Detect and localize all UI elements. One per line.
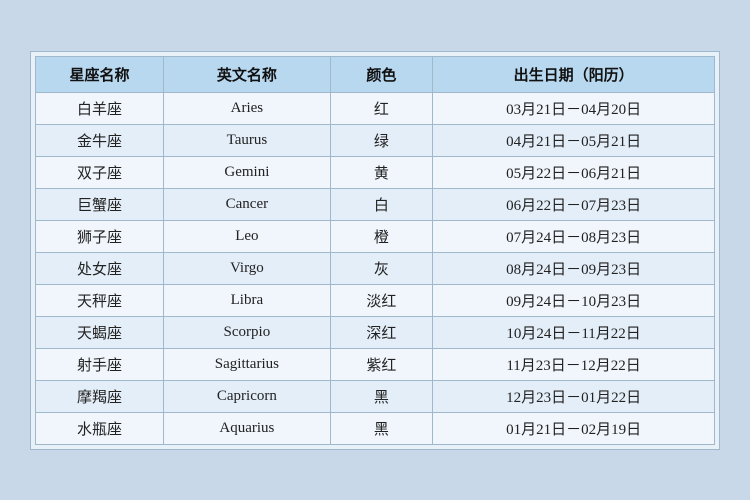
cell-zh: 天蝎座 <box>36 316 164 348</box>
cell-date: 04月21日－05月21日 <box>433 124 715 156</box>
cell-zh: 金牛座 <box>36 124 164 156</box>
table-row: 狮子座Leo橙07月24日－08月23日 <box>36 220 715 252</box>
cell-date: 05月22日－06月21日 <box>433 156 715 188</box>
cell-date: 03月21日－04月20日 <box>433 92 715 124</box>
cell-en: Aries <box>164 92 331 124</box>
cell-color: 淡红 <box>330 284 432 316</box>
cell-zh: 狮子座 <box>36 220 164 252</box>
zodiac-table-container: 星座名称 英文名称 颜色 出生日期（阳历） 白羊座Aries红03月21日－04… <box>30 51 720 450</box>
cell-en: Virgo <box>164 252 331 284</box>
table-row: 射手座Sagittarius紫红11月23日－12月22日 <box>36 348 715 380</box>
table-row: 处女座Virgo灰08月24日－09月23日 <box>36 252 715 284</box>
table-row: 天秤座Libra淡红09月24日－10月23日 <box>36 284 715 316</box>
cell-zh: 处女座 <box>36 252 164 284</box>
table-row: 摩羯座Capricorn黑12月23日－01月22日 <box>36 380 715 412</box>
cell-color: 紫红 <box>330 348 432 380</box>
cell-color: 深红 <box>330 316 432 348</box>
table-row: 金牛座Taurus绿04月21日－05月21日 <box>36 124 715 156</box>
cell-en: Scorpio <box>164 316 331 348</box>
header-en: 英文名称 <box>164 56 331 92</box>
cell-en: Leo <box>164 220 331 252</box>
cell-date: 08月24日－09月23日 <box>433 252 715 284</box>
cell-color: 黑 <box>330 380 432 412</box>
cell-date: 10月24日－11月22日 <box>433 316 715 348</box>
cell-date: 01月21日－02月19日 <box>433 412 715 444</box>
cell-date: 11月23日－12月22日 <box>433 348 715 380</box>
cell-zh: 水瓶座 <box>36 412 164 444</box>
header-zh: 星座名称 <box>36 56 164 92</box>
cell-en: Taurus <box>164 124 331 156</box>
cell-zh: 巨蟹座 <box>36 188 164 220</box>
cell-color: 灰 <box>330 252 432 284</box>
cell-date: 07月24日－08月23日 <box>433 220 715 252</box>
table-row: 双子座Gemini黄05月22日－06月21日 <box>36 156 715 188</box>
cell-color: 绿 <box>330 124 432 156</box>
cell-en: Cancer <box>164 188 331 220</box>
cell-color: 红 <box>330 92 432 124</box>
header-date: 出生日期（阳历） <box>433 56 715 92</box>
cell-zh: 双子座 <box>36 156 164 188</box>
cell-zh: 白羊座 <box>36 92 164 124</box>
table-header-row: 星座名称 英文名称 颜色 出生日期（阳历） <box>36 56 715 92</box>
cell-en: Gemini <box>164 156 331 188</box>
table-body: 白羊座Aries红03月21日－04月20日金牛座Taurus绿04月21日－0… <box>36 92 715 444</box>
cell-zh: 摩羯座 <box>36 380 164 412</box>
cell-color: 黄 <box>330 156 432 188</box>
cell-date: 09月24日－10月23日 <box>433 284 715 316</box>
table-row: 巨蟹座Cancer白06月22日－07月23日 <box>36 188 715 220</box>
cell-date: 12月23日－01月22日 <box>433 380 715 412</box>
cell-color: 橙 <box>330 220 432 252</box>
cell-en: Aquarius <box>164 412 331 444</box>
cell-en: Libra <box>164 284 331 316</box>
cell-date: 06月22日－07月23日 <box>433 188 715 220</box>
cell-color: 白 <box>330 188 432 220</box>
header-color: 颜色 <box>330 56 432 92</box>
cell-color: 黑 <box>330 412 432 444</box>
table-row: 天蝎座Scorpio深红10月24日－11月22日 <box>36 316 715 348</box>
zodiac-table: 星座名称 英文名称 颜色 出生日期（阳历） 白羊座Aries红03月21日－04… <box>35 56 715 445</box>
cell-zh: 天秤座 <box>36 284 164 316</box>
cell-zh: 射手座 <box>36 348 164 380</box>
cell-en: Sagittarius <box>164 348 331 380</box>
table-row: 白羊座Aries红03月21日－04月20日 <box>36 92 715 124</box>
table-row: 水瓶座Aquarius黑01月21日－02月19日 <box>36 412 715 444</box>
cell-en: Capricorn <box>164 380 331 412</box>
